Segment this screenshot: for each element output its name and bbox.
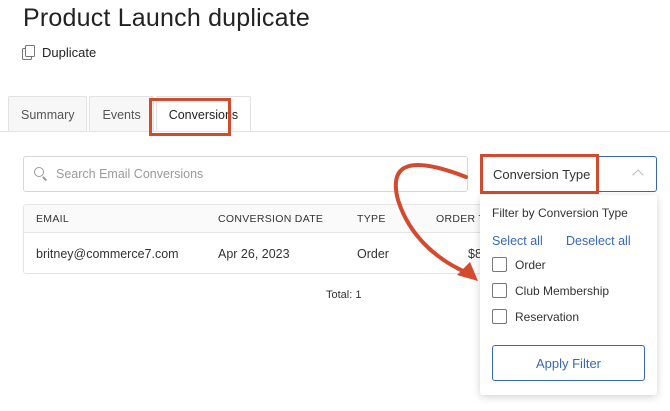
checkbox-club-membership[interactable]	[492, 283, 507, 298]
option-reservation[interactable]: Reservation	[492, 309, 579, 324]
table-header: EMAIL CONVERSION DATE TYPE ORDER T	[24, 205, 492, 233]
duplicate-label: Duplicate	[42, 45, 97, 60]
row-date: Apr 26, 2023	[218, 246, 290, 261]
row-type: Order	[357, 246, 389, 261]
checkbox-reservation[interactable]	[492, 309, 507, 324]
option-reservation-label: Reservation	[515, 309, 580, 324]
option-club-membership[interactable]: Club Membership	[492, 283, 609, 298]
header-conversion-date[interactable]: CONVERSION DATE	[218, 205, 323, 232]
chevron-up-icon	[632, 169, 644, 181]
option-order-label: Order	[515, 257, 546, 272]
tab-events[interactable]: Events	[89, 96, 154, 132]
table-row[interactable]: britney@commerce7.com Apr 26, 2023 Order…	[24, 233, 492, 273]
deselect-all-link[interactable]: Deselect all	[566, 234, 631, 248]
header-type[interactable]: TYPE	[357, 205, 386, 232]
page-title: Product Launch duplicate	[23, 4, 310, 32]
search-icon	[34, 167, 48, 181]
checkbox-order[interactable]	[492, 257, 507, 272]
duplicate-action[interactable]: Duplicate	[22, 45, 96, 60]
tabs-divider	[0, 131, 670, 132]
tab-summary[interactable]: Summary	[8, 96, 88, 132]
search-input[interactable]: Search Email Conversions	[23, 156, 468, 192]
filter-heading: Filter by Conversion Type	[492, 206, 628, 220]
conversions-table: EMAIL CONVERSION DATE TYPE ORDER T britn…	[23, 204, 493, 274]
filter-dropdown-panel: Filter by Conversion Type Select all Des…	[480, 195, 657, 395]
highlight-conversion-type	[480, 154, 599, 194]
header-email[interactable]: EMAIL	[36, 205, 69, 232]
option-club-membership-label: Club Membership	[515, 283, 610, 298]
total-count: Total: 1	[326, 289, 362, 301]
duplicate-icon	[22, 45, 36, 60]
apply-filter-button[interactable]: Apply Filter	[492, 345, 645, 381]
header-order-total[interactable]: ORDER T	[436, 205, 485, 232]
search-placeholder: Search Email Conversions	[56, 167, 204, 181]
row-email: britney@commerce7.com	[36, 246, 179, 261]
highlight-conversions-tab	[149, 98, 231, 136]
select-all-link[interactable]: Select all	[492, 234, 543, 248]
option-order[interactable]: Order	[492, 257, 546, 272]
